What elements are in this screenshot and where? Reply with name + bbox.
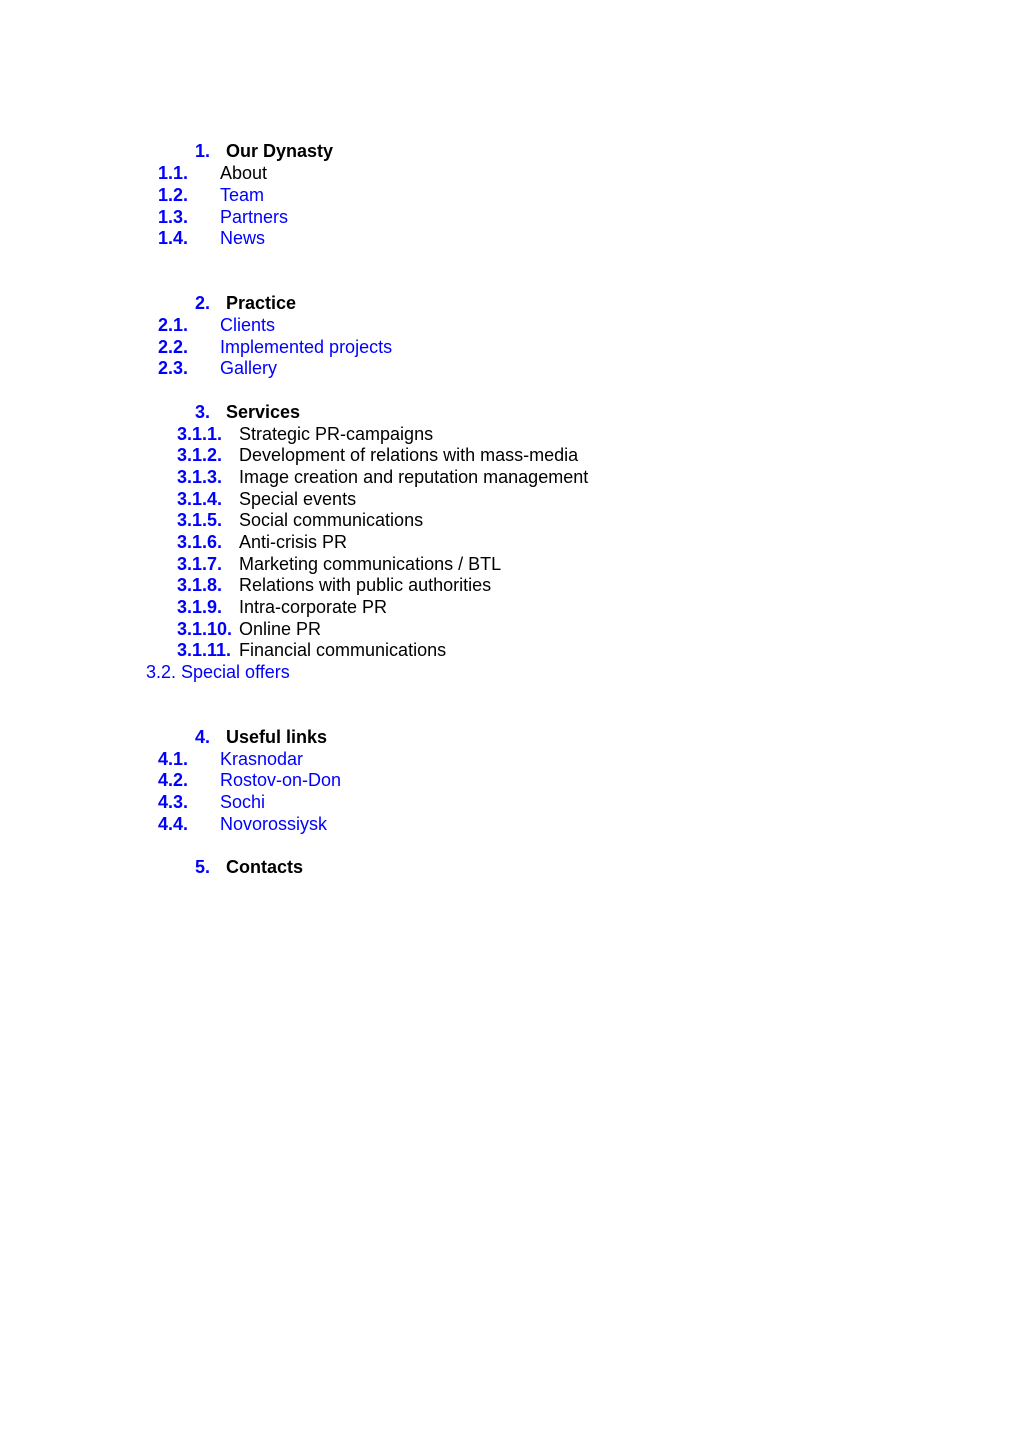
item-label: Strategic PR-campaigns xyxy=(239,424,434,444)
section-title: Our Dynasty xyxy=(226,141,334,161)
section-title: Useful links xyxy=(226,727,328,747)
item-about: About xyxy=(220,163,268,183)
item-number: 3.1.1. xyxy=(177,424,223,444)
section-number: 4. xyxy=(195,727,211,747)
item-label: Anti-crisis PR xyxy=(239,532,348,552)
item-number: 4.4. xyxy=(158,814,189,834)
item-number: 4.1. xyxy=(158,749,189,769)
item-number: 3.1.3. xyxy=(177,467,223,487)
item-number: 3.1.2. xyxy=(177,445,223,465)
item-label: Social communications xyxy=(239,510,424,530)
item-number: 3.1.11. xyxy=(177,640,232,660)
item-number: 4.2. xyxy=(158,770,189,790)
link-special-offers[interactable]: 3.2. Special offers xyxy=(146,662,290,684)
item-label: Special events xyxy=(239,489,357,509)
item-number: 4.3. xyxy=(158,792,189,812)
section-number: 1. xyxy=(195,141,211,161)
item-number: 1.3. xyxy=(158,207,189,227)
item-label: Marketing communications / BTL xyxy=(239,554,502,574)
item-label: Financial communications xyxy=(239,640,447,660)
link-rostov-on-don[interactable]: Rostov-on-Don xyxy=(220,770,341,792)
link-implemented-projects[interactable]: Implemented projects xyxy=(220,337,392,359)
link-novorossiysk[interactable]: Novorossiysk xyxy=(220,814,327,836)
section-title: Contacts xyxy=(226,857,304,877)
item-number: 3.1.10. xyxy=(177,619,233,639)
link-gallery[interactable]: Gallery xyxy=(220,358,277,380)
item-number: 3.1.6. xyxy=(177,532,223,552)
item-number: 3.1.7. xyxy=(177,554,223,574)
item-number: 3.1.5. xyxy=(177,510,223,530)
item-label: Intra-corporate PR xyxy=(239,597,388,617)
item-number: 1.1. xyxy=(158,163,189,183)
item-number: 2.3. xyxy=(158,358,189,378)
item-label: Online PR xyxy=(239,619,322,639)
item-number: 3.1.4. xyxy=(177,489,223,509)
link-news[interactable]: News xyxy=(220,228,265,250)
item-number: 2.2. xyxy=(158,337,189,357)
section-number: 5. xyxy=(195,857,211,877)
section-title: Services xyxy=(226,402,301,422)
link-clients[interactable]: Clients xyxy=(220,315,275,337)
item-number: 1.4. xyxy=(158,228,189,248)
link-partners[interactable]: Partners xyxy=(220,207,288,229)
item-label: Relations with public authorities xyxy=(239,575,492,595)
section-number: 3. xyxy=(195,402,211,422)
link-sochi[interactable]: Sochi xyxy=(220,792,265,814)
item-number: 2.1. xyxy=(158,315,189,335)
item-label: Development of relations with mass-media xyxy=(239,445,579,465)
item-label: Image creation and reputation management xyxy=(239,467,589,487)
link-team[interactable]: Team xyxy=(220,185,264,207)
item-number: 1.2. xyxy=(158,185,189,205)
section-number: 2. xyxy=(195,293,211,313)
section-title: Practice xyxy=(226,293,297,313)
item-number: 3.1.9. xyxy=(177,597,223,617)
link-krasnodar[interactable]: Krasnodar xyxy=(220,749,303,771)
item-number: 3.1.8. xyxy=(177,575,223,595)
